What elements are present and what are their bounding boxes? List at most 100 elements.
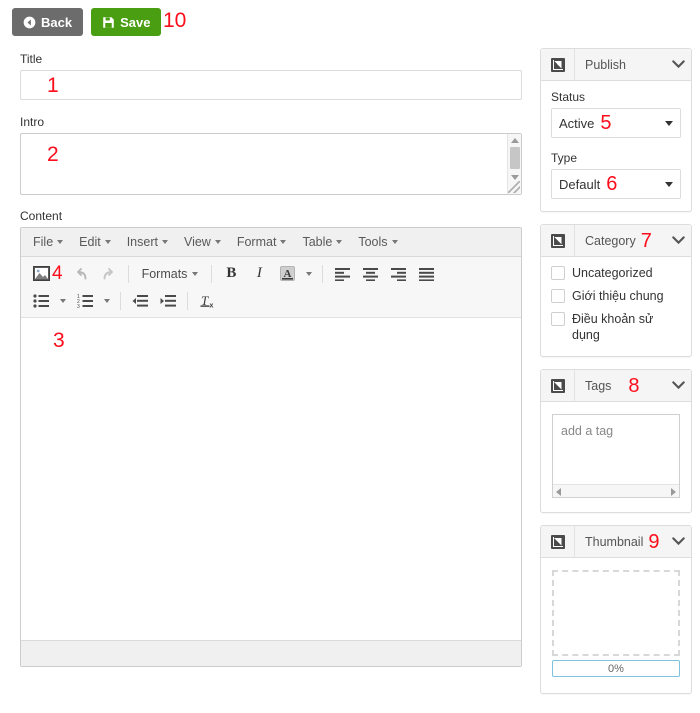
thumbnail-panel-icon-slot: [541, 526, 575, 557]
thumbnail-dropzone[interactable]: [552, 570, 680, 656]
category-checkbox-item[interactable]: Giới thiệu chung: [551, 288, 681, 304]
type-select[interactable]: Default 6: [551, 169, 681, 199]
expand-arrow-icon[interactable]: [550, 233, 565, 248]
content-field-group: Content File Edit Insert View Format Tab…: [20, 209, 522, 667]
toolbar-divider: [120, 291, 121, 310]
checkbox-uncategorized[interactable]: [551, 266, 565, 280]
annotation-marker-6: 6: [606, 173, 618, 195]
annotation-marker-4: 4: [52, 263, 63, 284]
category-checkbox-item[interactable]: Uncategorized: [551, 265, 681, 281]
tags-panel-icon-slot: [541, 370, 575, 401]
menu-edit-label: Edit: [79, 235, 101, 249]
thumbnail-panel-collapse-toggle[interactable]: [665, 537, 691, 546]
chevron-down-icon: [671, 236, 685, 245]
category-label: Điều khoản sử dụng: [572, 312, 654, 342]
text-color-button[interactable]: A: [273, 262, 301, 286]
scroll-right-arrow-icon[interactable]: [671, 488, 676, 496]
menu-format[interactable]: Format: [229, 231, 295, 254]
content-label: Content: [20, 209, 63, 223]
menu-edit[interactable]: Edit: [71, 231, 119, 254]
publish-panel-icon-slot: [541, 49, 575, 80]
numbered-list-button[interactable]: 123: [71, 289, 99, 313]
expand-arrow-icon[interactable]: [550, 378, 565, 393]
expand-arrow-icon[interactable]: [550, 534, 565, 549]
align-justify-button[interactable]: [412, 262, 440, 286]
menu-view[interactable]: View: [176, 231, 229, 254]
checkbox-gioi-thieu-chung[interactable]: [551, 289, 565, 303]
bold-button[interactable]: B: [217, 262, 245, 286]
align-left-button[interactable]: [328, 262, 356, 286]
chevron-down-icon: [104, 240, 111, 244]
editor-toolbar-row-2: 123 T x: [27, 287, 515, 314]
tags-input-placeholder: add a tag: [561, 424, 614, 438]
category-panel-icon-slot: [541, 225, 575, 256]
scrollbar-thumb[interactable]: [510, 147, 520, 169]
menu-file[interactable]: File: [25, 231, 71, 254]
status-select-value: Active: [559, 115, 595, 131]
back-button[interactable]: Back: [12, 8, 84, 36]
category-panel-title: Category: [585, 233, 636, 248]
chevron-down-icon: [306, 271, 313, 276]
align-center-button[interactable]: [356, 262, 384, 286]
menu-table[interactable]: Table: [294, 231, 350, 254]
menu-insert[interactable]: Insert: [119, 231, 176, 254]
thumbnail-panel-body: 0%: [541, 558, 691, 693]
editor-statusbar: [21, 640, 521, 666]
intro-label: Intro: [20, 115, 45, 129]
chevron-down-icon: [57, 240, 64, 244]
scroll-down-arrow-icon[interactable]: [511, 175, 519, 180]
toolbar-divider: [211, 264, 213, 283]
intro-textarea[interactable]: 2: [20, 133, 522, 195]
category-panel-collapse-toggle[interactable]: [665, 236, 691, 245]
italic-button[interactable]: I: [245, 262, 273, 286]
remove-format-button[interactable]: T x: [193, 289, 221, 313]
tags-panel-title-wrap: Tags 8: [575, 376, 665, 396]
save-button-label: Save: [120, 14, 151, 30]
intro-resize-handle[interactable]: [508, 181, 520, 193]
category-label: Uncategorized: [572, 266, 653, 280]
annotation-marker-7: 7: [640, 229, 652, 252]
scroll-left-arrow-icon[interactable]: [556, 488, 561, 496]
formats-dropdown[interactable]: Formats: [134, 262, 207, 286]
thumbnail-panel-title-wrap: Thumbnail 9: [575, 532, 665, 552]
chevron-down-icon: [60, 298, 66, 303]
tags-input[interactable]: add a tag: [552, 414, 680, 498]
chevron-down-icon: [665, 182, 673, 187]
scroll-up-arrow-icon[interactable]: [511, 138, 519, 143]
category-checkbox-item[interactable]: Điều khoản sử dụng: [551, 311, 681, 343]
menu-tools[interactable]: Tools: [350, 231, 405, 254]
chevron-down-icon: [104, 298, 110, 303]
undo-button[interactable]: [67, 262, 95, 286]
thumbnail-upload-progress: 0%: [552, 660, 680, 677]
category-panel-header: Category 7: [541, 225, 691, 257]
chevron-down-icon: [671, 537, 685, 546]
editor-toolbar-row-1: 4 Formats B I A: [27, 260, 515, 287]
insert-image-button[interactable]: [27, 262, 55, 286]
save-button[interactable]: Save: [91, 8, 162, 36]
chevron-down-icon: [280, 240, 287, 244]
main-form-column: Title 1 Intro 2 Content File Edit Insert…: [20, 52, 522, 667]
indent-button[interactable]: [154, 289, 182, 313]
title-input[interactable]: 1: [20, 70, 522, 100]
tags-horizontal-scrollbar[interactable]: [553, 484, 679, 497]
publish-panel-collapse-toggle[interactable]: [665, 60, 691, 69]
text-color-dropdown[interactable]: [301, 262, 317, 286]
chevron-down-icon: [336, 240, 343, 244]
outdent-button[interactable]: [126, 289, 154, 313]
expand-arrow-icon[interactable]: [550, 57, 565, 72]
toolbar-divider: [127, 264, 129, 283]
annotation-marker-10: 10: [163, 9, 187, 32]
numbered-list-dropdown[interactable]: [99, 289, 115, 313]
redo-button[interactable]: [95, 262, 123, 286]
bullet-list-dropdown[interactable]: [55, 289, 71, 313]
align-right-button[interactable]: [384, 262, 412, 286]
checkbox-dieu-khoan-su-dung[interactable]: [551, 312, 565, 326]
chevron-down-icon: [214, 240, 221, 244]
bullet-list-button[interactable]: [27, 289, 55, 313]
chevron-down-icon: [671, 60, 685, 69]
tags-panel-collapse-toggle[interactable]: [665, 381, 691, 390]
status-select[interactable]: Active 5: [551, 108, 681, 138]
editor-content-area[interactable]: 3: [21, 318, 521, 640]
thumbnail-panel: Thumbnail 9 0%: [540, 525, 692, 694]
tags-panel-body: add a tag: [541, 402, 691, 512]
